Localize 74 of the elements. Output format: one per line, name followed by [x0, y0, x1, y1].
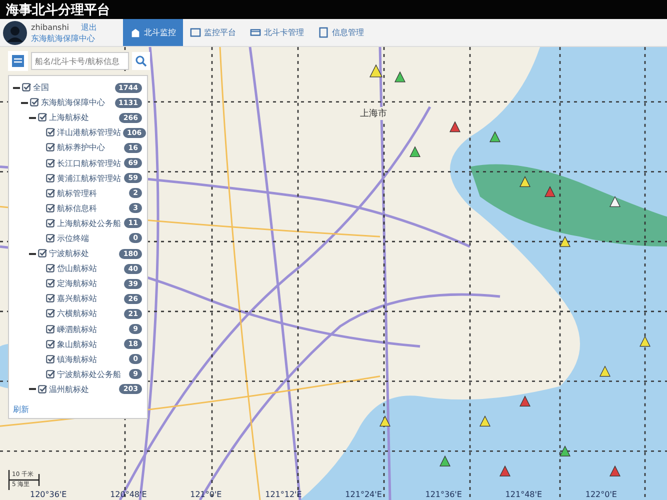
- checked-checkbox[interactable]: [46, 234, 55, 243]
- checked-checkbox[interactable]: [46, 218, 55, 228]
- tab-icon: [190, 27, 201, 38]
- organization-name: 东海航海保障中心: [31, 32, 96, 44]
- tree-item[interactable]: 定海航标站: [57, 278, 122, 290]
- checked-checkbox[interactable]: [22, 83, 31, 92]
- checked-checkbox[interactable]: [38, 113, 47, 122]
- scale-bar: [8, 470, 40, 490]
- avatar-icon: [3, 20, 27, 44]
- longitude-label: 121°48'E: [505, 490, 542, 499]
- tree-item[interactable]: 岱山航标站: [57, 263, 122, 274]
- longitude-label: 121°0'E: [190, 490, 222, 499]
- longitude-label: 120°36'E: [30, 490, 67, 499]
- longitude-label: 121°12'E: [265, 490, 302, 499]
- tree-item[interactable]: 全国: [33, 82, 113, 94]
- tab-icon: [250, 27, 261, 38]
- tree-item[interactable]: 嵊泗航标站: [57, 324, 128, 335]
- checked-checkbox[interactable]: [46, 340, 55, 349]
- checked-checkbox[interactable]: [46, 279, 55, 288]
- logout-link[interactable]: 退出: [81, 22, 98, 32]
- layers-icon[interactable]: [8, 51, 28, 71]
- collapse-icon[interactable]: [29, 116, 36, 119]
- nav-tab[interactable]: 监控平台: [183, 19, 243, 46]
- longitude-label: 121°24'E: [345, 490, 382, 499]
- checked-checkbox[interactable]: [30, 98, 39, 108]
- longitude-label: 122°0'E: [585, 490, 617, 499]
- tab-icon: [318, 27, 329, 38]
- tree-item[interactable]: 宁波航标处: [49, 248, 118, 260]
- tree-item[interactable]: 温州航标处: [49, 384, 118, 395]
- checked-checkbox[interactable]: [46, 158, 55, 168]
- collapse-icon[interactable]: [13, 86, 20, 89]
- nav-tab[interactable]: 北斗卡管理: [243, 19, 311, 46]
- checked-checkbox[interactable]: [46, 128, 55, 138]
- tree-item[interactable]: 长江口航标管理站: [57, 158, 122, 169]
- refresh-link[interactable]: 刷新: [9, 404, 29, 415]
- user-name: zhibanshi: [31, 22, 70, 32]
- checked-checkbox[interactable]: [38, 384, 47, 394]
- collapse-icon[interactable]: [29, 388, 36, 390]
- tree-item[interactable]: 上海航标处: [49, 112, 118, 124]
- checked-checkbox[interactable]: [46, 204, 55, 213]
- city-label: 上海市: [360, 107, 387, 120]
- checked-checkbox[interactable]: [46, 324, 55, 334]
- tree-item[interactable]: 象山航标站: [57, 338, 122, 350]
- tree-item[interactable]: 上海航标处公务船: [57, 218, 122, 229]
- checked-checkbox[interactable]: [46, 188, 55, 198]
- tree-item[interactable]: 航标养护中心: [57, 142, 122, 154]
- checked-checkbox[interactable]: [46, 294, 55, 304]
- tree-item[interactable]: 六横航标站: [57, 308, 122, 320]
- checked-checkbox[interactable]: [46, 354, 55, 364]
- nav-tab[interactable]: 信息管理: [311, 19, 371, 46]
- tree-item[interactable]: 航标管理科: [57, 188, 128, 199]
- tree-item[interactable]: 东海航海保障中心: [41, 97, 113, 108]
- longitude-label: 121°36'E: [425, 490, 462, 499]
- checked-checkbox[interactable]: [38, 249, 47, 258]
- search-icon[interactable]: [132, 52, 150, 70]
- tree-item[interactable]: 宁波航标处公务船: [57, 368, 128, 380]
- checked-checkbox[interactable]: [46, 370, 55, 379]
- checked-checkbox[interactable]: [46, 143, 55, 152]
- longitude-label: 120°48'E: [110, 490, 147, 499]
- collapse-icon[interactable]: [29, 252, 36, 255]
- tree-item[interactable]: 黄浦江航标管理站: [57, 172, 122, 184]
- checked-checkbox[interactable]: [46, 309, 55, 318]
- search-field[interactable]: 船名/北斗卡号/航标信息: [31, 52, 129, 70]
- tree-item[interactable]: 洋山港航标管理站: [57, 127, 121, 138]
- tree-item[interactable]: 示位终端: [57, 232, 128, 244]
- checked-checkbox[interactable]: [46, 264, 55, 274]
- tree-item[interactable]: 嘉兴航标站: [57, 293, 122, 304]
- checked-checkbox[interactable]: [46, 174, 55, 183]
- nav-tab[interactable]: 北斗监控: [123, 19, 183, 46]
- tab-icon: [130, 27, 141, 38]
- app-title: 海事北斗分理平台: [6, 2, 110, 18]
- tree-item[interactable]: 航标信息科: [57, 202, 128, 214]
- collapse-icon[interactable]: [21, 102, 28, 104]
- tree-item[interactable]: 镇海航标站: [57, 354, 128, 365]
